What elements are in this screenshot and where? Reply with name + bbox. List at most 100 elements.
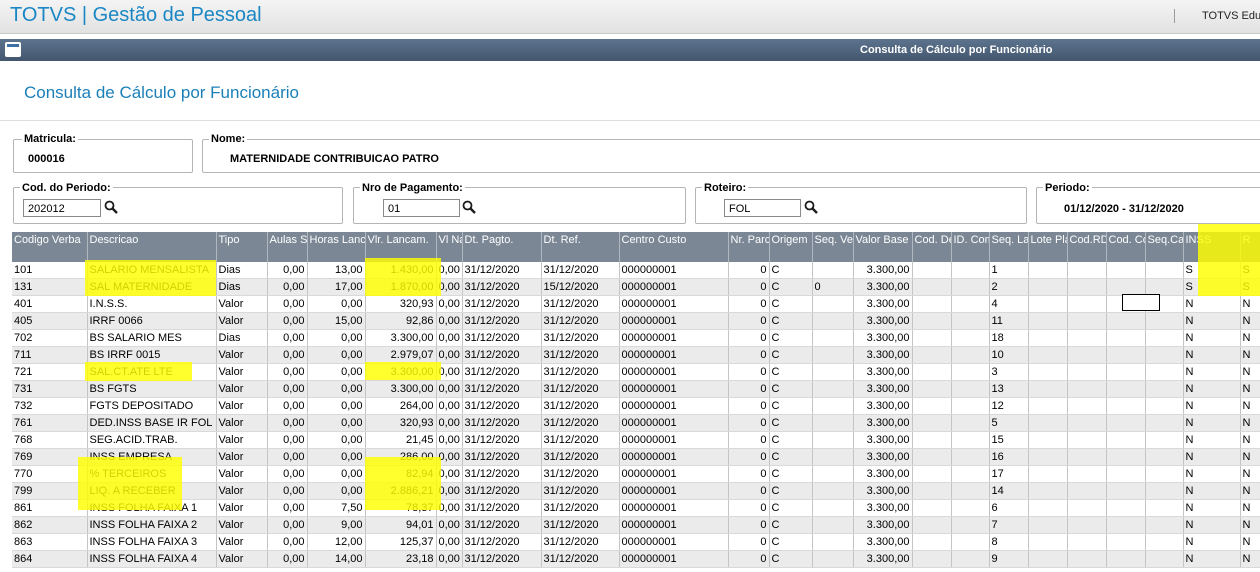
column-header[interactable]: Seq. Ve — [812, 232, 854, 262]
table-cell — [1145, 262, 1184, 279]
selected-cell[interactable] — [1122, 294, 1160, 311]
table-row[interactable]: 769 INSS EMPRESA Valor 0,00 0,00 286,00 0,00 31… — [12, 448, 1260, 466]
table-cell: 761 — [12, 414, 88, 432]
table-row[interactable]: 101 SALARIO MENSALISTA Dias 0,00 13,00 1.430,… — [12, 262, 1260, 279]
table-cell: 3.300,00 — [853, 278, 913, 296]
table-cell — [1145, 329, 1184, 347]
table-cell: 000000001 — [619, 397, 729, 415]
app-user[interactable]: TOTVS Edu — [1202, 10, 1260, 22]
roteiro-input[interactable]: FOL — [724, 199, 801, 217]
nro-pagamento-input[interactable]: 01 — [383, 199, 460, 217]
column-header[interactable]: Cod. Co — [1106, 232, 1146, 262]
table-row[interactable]: 131 SAL MATERNIDADE Dias 0,00 17,00 1.870,00 0… — [12, 278, 1260, 296]
table-cell: 0 — [728, 431, 770, 449]
table-cell: 0 — [728, 346, 770, 364]
window-icon[interactable] — [5, 42, 21, 57]
column-header[interactable]: Centro Custo — [619, 232, 729, 262]
table-cell — [1067, 312, 1107, 330]
table-cell: FGTS DEPOSITADO — [87, 397, 217, 415]
table-row[interactable]: 864 INSS FOLHA FAIXA 4 Valor 0,00 14,00 23,18… — [12, 550, 1260, 568]
table-row[interactable]: 768 SEG.ACID.TRAB. Valor 0,00 0,00 21,45 0,00 3… — [12, 431, 1260, 449]
table-cell — [812, 397, 854, 415]
table-cell: Valor — [216, 431, 268, 449]
table-cell: N — [1240, 363, 1260, 381]
table-cell: C — [769, 550, 813, 568]
table-cell: C — [769, 346, 813, 364]
table-row[interactable]: 721 SAL.CT.ATE LTE Valor 0,00 0,00 3.300,00 0,… — [12, 363, 1260, 381]
table-body: 101 SALARIO MENSALISTA Dias 0,00 13,00 1.430,… — [12, 262, 1260, 568]
table-cell: 31/12/2020 — [541, 312, 620, 330]
table-cell: Dias — [216, 329, 268, 347]
table-cell — [812, 448, 854, 466]
table-cell: % TERCEIROS — [87, 465, 217, 483]
column-header[interactable]: Dt. Pagto. — [462, 232, 542, 262]
column-header[interactable]: R — [1240, 232, 1260, 262]
table-cell: C — [769, 465, 813, 483]
column-header[interactable]: Nr. Parc — [728, 232, 770, 262]
column-header[interactable]: Vlr. Lancam. — [365, 232, 437, 262]
column-header[interactable]: Tipo — [216, 232, 268, 262]
table-row[interactable]: 761 DED.INSS BASE IR FOL Valor 0,00 0,00 320,… — [12, 414, 1260, 432]
table-cell — [812, 262, 854, 279]
table-cell: 12,00 — [307, 533, 366, 551]
column-header[interactable]: Vl Nao A — [436, 232, 463, 262]
column-header[interactable]: Cod. De — [912, 232, 952, 262]
column-header[interactable]: Codigo Verba — [12, 232, 88, 262]
matricula-value: 000016 — [28, 153, 65, 165]
table-cell: 0,00 — [307, 465, 366, 483]
calculation-grid[interactable]: Codigo Verba Descricao Tipo Aulas S Horas La… — [12, 232, 1260, 568]
table-cell: 1 — [989, 262, 1029, 279]
column-header[interactable]: Descricao — [87, 232, 217, 262]
table-row[interactable]: 405 IRRF 0066 Valor 0,00 15,00 92,86 0,00 31/12… — [12, 312, 1260, 330]
column-header[interactable]: Aulas S — [267, 232, 308, 262]
table-cell — [1028, 295, 1068, 313]
column-header[interactable]: Horas Lanc — [307, 232, 366, 262]
table-row[interactable]: 799 LIQ. A RECEBER Valor 0,00 0,00 2.886,21 0,… — [12, 482, 1260, 500]
column-header[interactable]: Seq.Cal — [1145, 232, 1184, 262]
table-cell: 92,86 — [365, 312, 437, 330]
table-cell: 31/12/2020 — [541, 550, 620, 568]
column-header[interactable]: Lote Pla — [1028, 232, 1068, 262]
table-cell: 0 — [728, 482, 770, 500]
table-row[interactable]: 862 INSS FOLHA FAIXA 2 Valor 0,00 9,00 94,01 0… — [12, 516, 1260, 534]
table-cell: SEG.ACID.TRAB. — [87, 431, 217, 449]
table-cell — [1106, 329, 1146, 347]
nro-pagamento-label: Nro de Pagamento: — [360, 182, 465, 194]
table-cell: 0,00 — [436, 499, 463, 517]
header-divider — [1174, 9, 1175, 23]
table-cell: 799 — [12, 482, 88, 500]
table-row[interactable]: 863 INSS FOLHA FAIXA 3 Valor 0,00 12,00 125,3… — [12, 533, 1260, 551]
column-header[interactable]: ID. Com — [951, 232, 990, 262]
table-row[interactable]: 731 BS FGTS Valor 0,00 0,00 3.300,00 0,00 31/12… — [12, 380, 1260, 398]
column-header[interactable]: Origem — [769, 232, 813, 262]
table-cell: 13 — [989, 380, 1029, 398]
cod-periodo-input[interactable]: 202012 — [23, 199, 101, 217]
table-cell — [1145, 363, 1184, 381]
column-header[interactable]: Dt. Ref. — [541, 232, 620, 262]
table-cell: 000000001 — [619, 431, 729, 449]
magnifier-icon[interactable] — [804, 200, 818, 214]
table-row[interactable]: 732 FGTS DEPOSITADO Valor 0,00 0,00 264,00 0,0… — [12, 397, 1260, 415]
table-row[interactable]: 702 BS SALARIO MES Dias 0,00 0,00 3.300,00 0,0… — [12, 329, 1260, 347]
page-title: Consulta de Cálculo por Funcionário — [24, 83, 299, 102]
column-header[interactable]: Seq. La — [989, 232, 1029, 262]
table-cell: 11 — [989, 312, 1029, 330]
table-cell: 125,37 — [365, 533, 437, 551]
table-row[interactable]: 770% TERCEIROS Valor 0,00 0,00 82,94 0,00 31/1… — [12, 465, 1260, 483]
table-cell: 0 — [728, 448, 770, 466]
table-row[interactable]: 861 INSS FOLHA FAIXA 1 Valor 0,00 7,50 78,37 0… — [12, 499, 1260, 517]
table-cell — [1145, 346, 1184, 364]
table-row[interactable]: 401 I.N.S.S. Valor 0,00 0,00 320,93 0,00 31/12/… — [12, 295, 1260, 313]
magnifier-icon[interactable] — [104, 200, 118, 214]
column-header[interactable]: INSS — [1183, 232, 1241, 262]
table-cell: 4 — [989, 295, 1029, 313]
column-header[interactable]: Valor Base — [853, 232, 913, 262]
table-cell: 0,00 — [267, 262, 308, 279]
table-cell: 15 — [989, 431, 1029, 449]
table-cell — [912, 516, 952, 534]
magnifier-icon[interactable] — [462, 200, 476, 214]
table-cell — [951, 312, 990, 330]
table-cell — [812, 380, 854, 398]
table-row[interactable]: 711 BS IRRF 0015 Valor 0,00 0,00 2.979,07 0,00… — [12, 346, 1260, 364]
column-header[interactable]: Cod.RD. — [1067, 232, 1107, 262]
